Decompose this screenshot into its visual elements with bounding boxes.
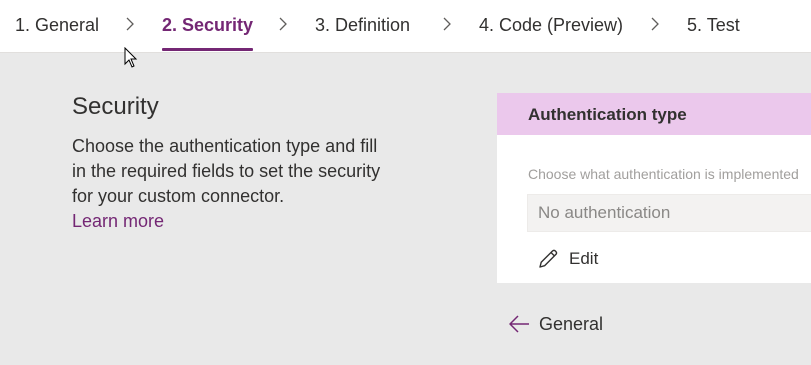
step-general[interactable]: 1. General [15, 13, 99, 37]
step-definition[interactable]: 3. Definition [315, 13, 410, 37]
step-test[interactable]: 5. Test [687, 13, 740, 37]
chevron-right-icon [126, 17, 134, 31]
wizard-step-bar: 1. General 2. Security 3. Definition 4. … [0, 0, 811, 53]
edit-label: Edit [569, 249, 599, 268]
section-title: Security [72, 93, 159, 120]
learn-more-link[interactable]: Learn more [72, 209, 382, 234]
chevron-right-icon [443, 17, 451, 31]
step-security[interactable]: 2. Security [162, 13, 254, 51]
pencil-icon [539, 249, 558, 268]
authentication-type-header: Authentication type [497, 93, 811, 135]
back-label: General [539, 314, 604, 334]
section-description: Choose the authentication type and fill … [72, 134, 382, 234]
step-code-preview[interactable]: 4. Code (Preview) [479, 13, 623, 37]
chevron-right-icon [651, 17, 659, 31]
chevron-right-icon [279, 17, 287, 31]
authentication-help-text: Choose what authentication is implemente… [528, 166, 799, 182]
mouse-cursor-icon [124, 47, 138, 68]
authentication-card: Authentication type Choose what authenti… [497, 93, 811, 283]
arrow-left-icon [509, 315, 529, 333]
description-text: Choose the authentication type and fill … [72, 136, 381, 206]
authentication-type-select[interactable]: No authentication [527, 194, 811, 232]
